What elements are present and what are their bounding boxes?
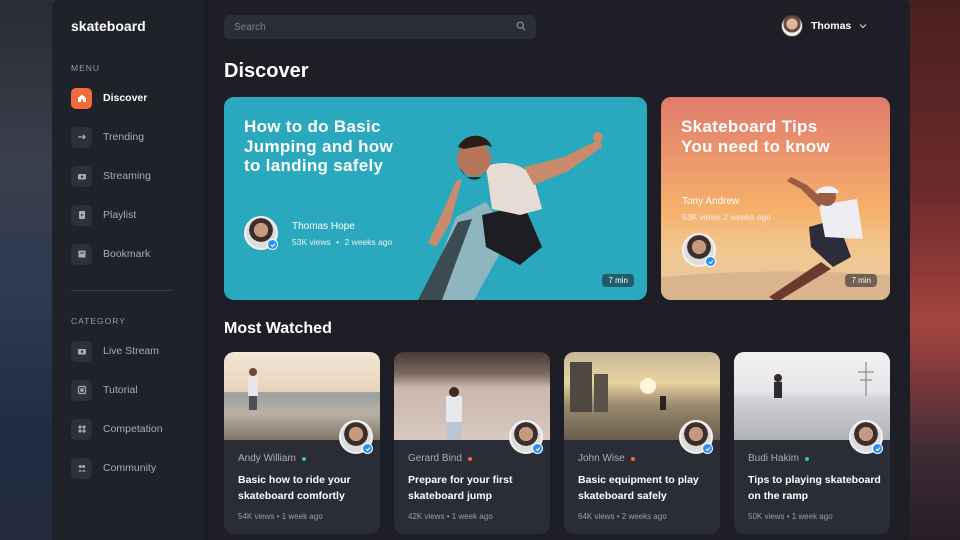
video-card[interactable]: Andy William Basic how to ride your skat… — [224, 352, 380, 534]
sidebar-item-label: Live Stream — [103, 345, 160, 357]
featured-meta: 53K views 2 weeks ago — [682, 212, 771, 222]
sidebar-item-label: Tutorial — [103, 384, 138, 396]
author-avatar — [849, 420, 883, 454]
sidebar-item-live-stream[interactable]: Live Stream — [71, 340, 159, 362]
search-icon[interactable] — [516, 18, 526, 36]
video-meta: 50K views • 1 week ago — [748, 512, 833, 521]
featured-time: 2 weeks ago — [344, 237, 393, 247]
user-name: Thomas — [811, 20, 852, 32]
video-meta: 54K views • 1 week ago — [238, 512, 323, 521]
category-label: CATEGORY — [71, 316, 126, 326]
featured-views: 53K views — [292, 237, 331, 247]
verified-icon — [532, 443, 543, 454]
verified-icon — [872, 443, 883, 454]
author-avatar — [339, 420, 373, 454]
app-logo[interactable]: skateboard — [71, 18, 146, 34]
main-content: Thomas Discover — [202, 0, 910, 540]
tutorial-icon — [71, 379, 92, 401]
verified-icon — [362, 443, 373, 454]
sidebar-item-label: Playlist — [103, 209, 137, 221]
sidebar-item-label: Streaming — [103, 170, 151, 182]
video-title: Prepare for your first skateboard jump — [408, 474, 513, 502]
video-title: Basic how to ride your skateboard comfor… — [238, 474, 351, 502]
video-author: Budi Hakim — [748, 453, 810, 464]
sidebar-item-bookmark[interactable]: Bookmark — [71, 243, 150, 265]
search-bar[interactable] — [224, 15, 536, 39]
featured-author: Thomas Hope — [292, 221, 355, 232]
playlist-icon — [71, 204, 92, 226]
community-icon — [71, 457, 92, 479]
author-avatar — [509, 420, 543, 454]
duration-badge: 7 min — [845, 274, 877, 287]
video-author: John Wise — [578, 453, 635, 464]
featured-author: Tony Andrew — [682, 196, 740, 207]
status-dot — [805, 456, 810, 461]
sidebar-item-playlist[interactable]: Playlist — [71, 204, 136, 226]
sidebar-item-label: Community — [103, 462, 157, 474]
section-title: Most Watched — [224, 320, 332, 337]
sidebar-item-trending[interactable]: Trending — [71, 126, 144, 148]
sidebar-divider — [71, 290, 172, 291]
author-avatar — [679, 420, 713, 454]
search-input[interactable] — [234, 21, 516, 33]
background-right — [910, 0, 960, 540]
featured-title: How to do Basic Jumping and how to landi… — [244, 117, 393, 175]
sidebar-item-label: Competation — [103, 423, 163, 435]
featured-video-card[interactable]: Skateboard Tips You need to know Tony An… — [661, 97, 890, 300]
trending-icon — [71, 126, 92, 148]
chevron-down-icon — [859, 17, 867, 35]
video-author: Andy William — [238, 453, 306, 464]
verified-icon — [702, 443, 713, 454]
avatar — [781, 15, 803, 37]
home-icon — [71, 87, 92, 109]
sidebar-item-discover[interactable]: Discover — [71, 87, 147, 109]
status-dot — [630, 456, 635, 461]
video-meta: 42K views • 1 week ago — [408, 512, 493, 521]
live-stream-icon — [71, 340, 92, 362]
bookmark-icon — [71, 243, 92, 265]
status-dot — [467, 456, 472, 461]
author-avatar — [244, 216, 278, 250]
duration-badge: 7 min — [602, 274, 634, 287]
sidebar-item-label: Trending — [103, 131, 145, 143]
streaming-icon — [71, 165, 92, 187]
verified-icon — [267, 239, 278, 250]
featured-meta: 53K views • 2 weeks ago — [292, 237, 393, 247]
sidebar-item-label: Bookmark — [103, 248, 151, 260]
competition-icon — [71, 418, 92, 440]
user-menu[interactable]: Thomas — [781, 15, 867, 37]
video-card[interactable]: Gerard Bind Prepare for your first skate… — [394, 352, 550, 534]
app-window: skateboard MENU Discover Trending Stream… — [52, 0, 910, 540]
video-meta: 64K views • 2 weeks ago — [578, 512, 667, 521]
status-dot — [301, 456, 306, 461]
video-author: Gerard Bind — [408, 453, 472, 464]
verified-icon — [705, 256, 716, 267]
sidebar-item-tutorial[interactable]: Tutorial — [71, 379, 138, 401]
sidebar-item-streaming[interactable]: Streaming — [71, 165, 151, 187]
background-left — [0, 0, 52, 540]
video-card[interactable]: Budi Hakim Tips to playing skateboard on… — [734, 352, 890, 534]
sidebar-item-community[interactable]: Community — [71, 457, 156, 479]
sidebar-item-label: Discover — [103, 92, 148, 104]
sidebar: skateboard MENU Discover Trending Stream… — [52, 0, 202, 540]
author-avatar — [682, 233, 716, 267]
menu-label: MENU — [71, 63, 101, 73]
video-title: Tips to playing skateboard on the ramp — [748, 474, 881, 502]
video-card[interactable]: John Wise Basic equipment to play skateb… — [564, 352, 720, 534]
video-title: Basic equipment to play skateboard safel… — [578, 474, 699, 502]
page-title: Discover — [224, 60, 309, 82]
featured-title: Skateboard Tips You need to know — [681, 117, 830, 156]
sidebar-item-competition[interactable]: Competation — [71, 418, 163, 440]
featured-video-card[interactable]: How to do Basic Jumping and how to landi… — [224, 97, 647, 300]
